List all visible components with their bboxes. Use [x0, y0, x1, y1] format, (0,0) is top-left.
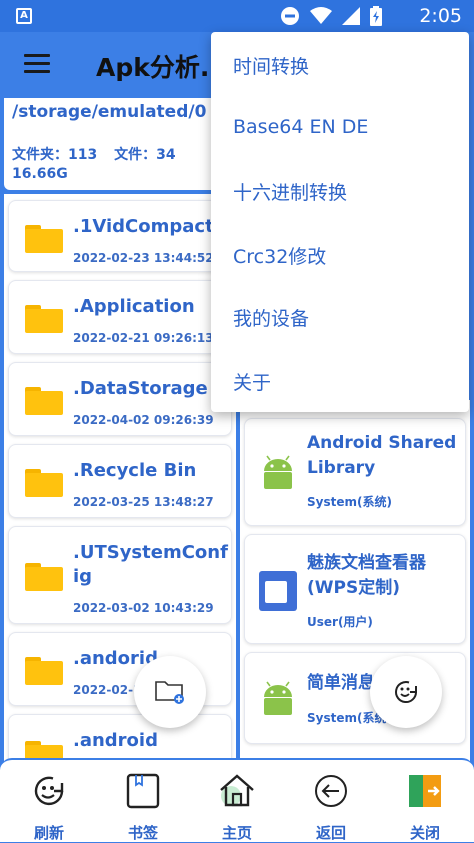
list-item[interactable]: .UTSystemConfig 2022-03-02 10:43:29: [8, 526, 232, 624]
battery-charging-icon: [370, 6, 382, 26]
hamburger-menu-icon[interactable]: [24, 54, 50, 76]
path-info-card: /storage/emulated/0 文件夹：113 文件：34 16.66G: [4, 98, 236, 190]
android-icon: [264, 455, 292, 489]
app-type: System(系统: [307, 711, 387, 725]
total-size: 16.66G: [12, 166, 68, 182]
wifi-icon: [310, 7, 332, 24]
nav-close-label: 关闭: [409, 824, 440, 842]
folder-icon: [25, 225, 63, 253]
file-count: 文件：34: [114, 147, 176, 163]
list-item[interactable]: .1VidCompact 2022-02-23 13:44:52: [8, 200, 232, 272]
list-item[interactable]: Android Shared Library System(系统): [244, 418, 466, 526]
file-date: 2022-03-25 13:48:27: [73, 495, 214, 509]
file-date: 2022-04-02 09:26:39: [73, 413, 214, 427]
menu-item-base64[interactable]: Base64 EN DE: [233, 116, 368, 138]
bookmark-icon: [126, 773, 160, 809]
signal-icon: [342, 7, 360, 25]
app-type: User(用户): [307, 615, 373, 629]
list-item[interactable]: .DataStorage 2022-04-02 09:26:39: [8, 362, 232, 436]
file-name: .android: [73, 730, 158, 751]
folder-icon: [25, 563, 63, 591]
folder-icon: [25, 387, 63, 415]
status-bar: A 2:05: [0, 0, 474, 32]
folder-count: 文件夹：113: [12, 147, 98, 163]
menu-item-about[interactable]: 关于: [233, 368, 271, 395]
menu-item-crc32[interactable]: Crc32修改: [233, 242, 326, 269]
smiley-refresh-icon: [34, 776, 64, 806]
nav-home[interactable]: 主页: [197, 772, 277, 843]
home-icon: [220, 774, 254, 807]
list-item[interactable]: .android: [8, 714, 232, 764]
app-name: 魅族文档查看器(WPS定制): [307, 553, 426, 598]
list-item[interactable]: .Application 2022-02-21 09:26:13: [8, 280, 232, 354]
nav-refresh-label: 刷新: [33, 824, 64, 842]
folder-icon: [25, 657, 63, 685]
back-arrow-icon: [315, 775, 347, 807]
folder-icon: [25, 469, 63, 497]
nav-back-label: 返回: [315, 824, 346, 842]
menu-item-my-device[interactable]: 我的设备: [233, 304, 309, 331]
dnd-icon: [281, 7, 299, 25]
menu-item-time-convert[interactable]: 时间转换: [233, 52, 309, 79]
refresh-fab-button[interactable]: [370, 656, 442, 728]
android-icon: [264, 681, 292, 715]
wps-document-icon: [259, 571, 297, 611]
file-name: .UTSystemConfig: [73, 542, 228, 587]
file-name: .1VidCompact: [73, 216, 214, 237]
exit-door-icon: [409, 775, 441, 807]
nav-back[interactable]: 返回: [291, 772, 371, 843]
nav-bookmark[interactable]: 书签: [103, 772, 183, 843]
app-type: System(系统): [307, 495, 392, 509]
file-date: 2022-02-1: [73, 683, 142, 697]
file-date: 2022-03-02 10:43:29: [73, 601, 214, 615]
file-name: .Application: [73, 296, 195, 317]
file-name: .DataStorage: [73, 378, 208, 399]
app-title: Apk分析...: [96, 53, 229, 82]
status-icons: [280, 6, 382, 26]
status-time: 2:05: [419, 5, 462, 27]
app-name: Android Shared Library: [307, 433, 457, 478]
app-notification-icon: A: [16, 8, 32, 24]
current-path: /storage/emulated/0: [12, 102, 207, 122]
new-folder-icon: [155, 681, 184, 704]
nav-refresh[interactable]: 刷新: [9, 772, 89, 843]
menu-item-hex-convert[interactable]: 十六进制转换: [233, 178, 347, 205]
smiley-refresh-icon: [395, 681, 418, 704]
file-date: 2022-02-21 09:26:13: [73, 331, 214, 345]
count-line: 文件夹：113 文件：34: [12, 144, 228, 164]
new-folder-button[interactable]: [134, 656, 206, 728]
file-date: 2022-02-23 13:44:52: [73, 251, 214, 265]
overflow-menu: 时间转换 Base64 EN DE 十六进制转换 Crc32修改 我的设备 关于: [211, 32, 469, 412]
list-item[interactable]: .Recycle Bin 2022-03-25 13:48:27: [8, 444, 232, 518]
bottom-nav: 刷新 书签 主页 返回 关闭: [0, 758, 474, 842]
nav-bookmark-label: 书签: [127, 824, 158, 842]
folder-icon: [25, 305, 63, 333]
nav-close[interactable]: 关闭: [385, 772, 465, 843]
file-name: .Recycle Bin: [73, 460, 197, 481]
nav-home-label: 主页: [221, 824, 252, 842]
list-item[interactable]: 魅族文档查看器(WPS定制) User(用户): [244, 534, 466, 644]
